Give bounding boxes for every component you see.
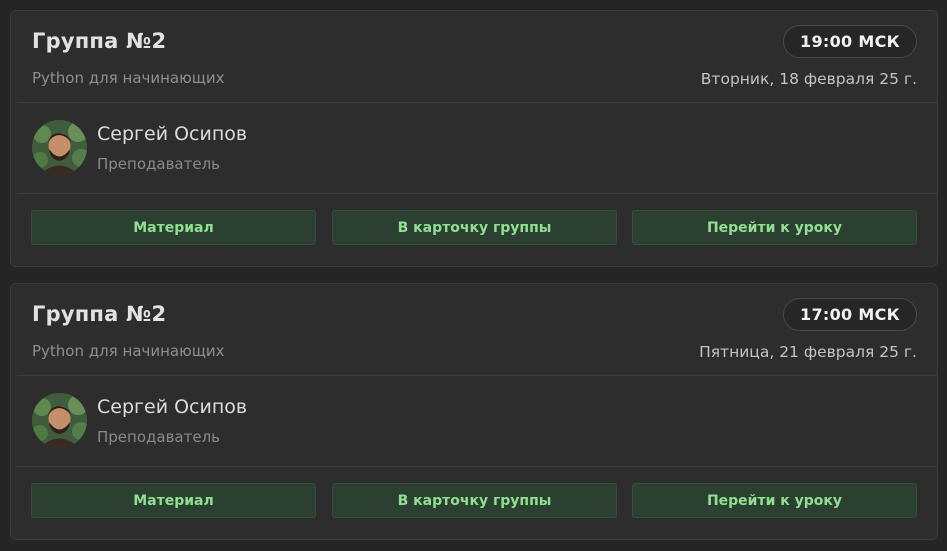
teacher-role: Преподаватель	[97, 155, 221, 173]
teacher-name: Сергей Осипов	[97, 396, 248, 418]
teacher-role: Преподаватель	[97, 428, 221, 446]
lesson-card: Группа №2 19:00 МСК Python для начинающи…	[10, 10, 938, 267]
course-subtitle: Python для начинающих	[32, 69, 225, 87]
divider	[17, 375, 937, 376]
time-badge: 17:00 МСК	[783, 298, 917, 331]
lesson-date: Пятница, 21 февраля 25 г.	[699, 343, 917, 361]
lesson-date: Вторник, 18 февраля 25 г.	[700, 70, 917, 88]
time-badge: 19:00 МСК	[783, 25, 917, 58]
divider	[17, 466, 937, 467]
material-button[interactable]: Материал	[31, 210, 316, 245]
group-card-button[interactable]: В карточку группы	[332, 483, 617, 518]
go-to-lesson-button[interactable]: Перейти к уроку	[632, 210, 917, 245]
divider	[17, 193, 937, 194]
course-subtitle: Python для начинающих	[32, 342, 225, 360]
go-to-lesson-button[interactable]: Перейти к уроку	[632, 483, 917, 518]
divider	[17, 102, 937, 103]
lesson-list: Группа №2 19:00 МСК Python для начинающи…	[0, 0, 947, 551]
teacher-name: Сергей Осипов	[97, 123, 248, 145]
group-title: Группа №2	[32, 29, 167, 53]
lesson-card: Группа №2 17:00 МСК Python для начинающи…	[10, 283, 938, 540]
material-button[interactable]: Материал	[31, 483, 316, 518]
group-card-button[interactable]: В карточку группы	[332, 210, 617, 245]
group-title: Группа №2	[32, 302, 167, 326]
teacher-avatar	[32, 120, 87, 175]
teacher-avatar	[32, 393, 87, 448]
